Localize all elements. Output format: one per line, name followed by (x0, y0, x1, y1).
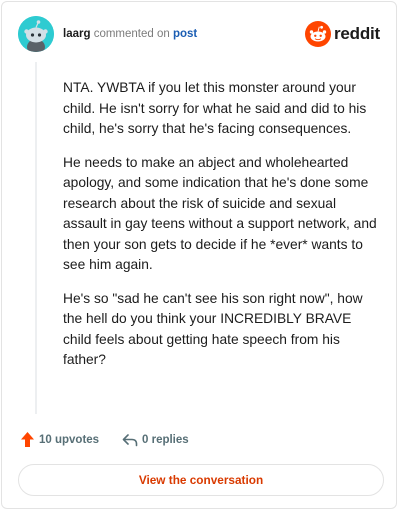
upvote-count: 10 upvotes (39, 434, 100, 446)
comment-body: NTA. YWBTA if you let this monster aroun… (63, 78, 379, 384)
upvote-arrow-icon (21, 432, 34, 447)
view-conversation-button[interactable]: View the conversation (18, 464, 384, 496)
reddit-wordmark: reddit (333, 24, 380, 43)
comment-embed-card: laarg commented on post reddit NTA. YWBT… (1, 1, 397, 509)
reply-count: 0 replies (142, 434, 189, 446)
reddit-snoo-icon (305, 21, 331, 47)
author-name[interactable]: laarg (63, 28, 91, 40)
commented-on-text: commented on (93, 28, 170, 40)
comment-paragraph-3: He's so "sad he can't see his son right … (63, 290, 363, 368)
post-link[interactable]: post (173, 28, 197, 40)
snoo-avatar-icon[interactable] (18, 16, 54, 52)
comment-byline: laarg commented on post (63, 27, 197, 41)
thread-line (35, 62, 37, 414)
comment-paragraph-1: NTA. YWBTA if you let this monster aroun… (63, 80, 367, 136)
comment-paragraph-2: He needs to make an abject and wholehear… (63, 154, 377, 273)
comment-header: laarg commented on post reddit (18, 16, 380, 52)
reply-arrow-icon (122, 434, 138, 447)
